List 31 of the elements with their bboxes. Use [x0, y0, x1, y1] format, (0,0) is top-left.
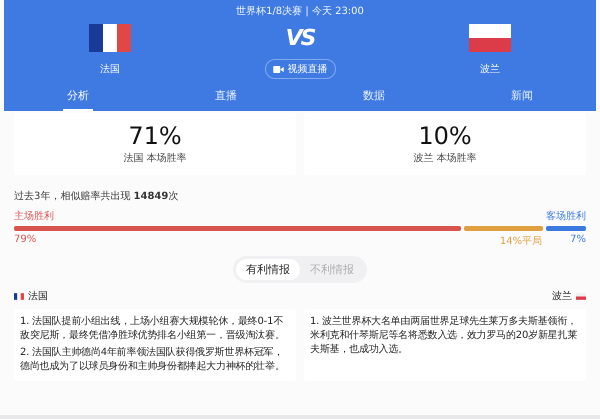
outcome-percent: 7%	[570, 234, 586, 248]
win-rate-label: 法国 本场胜率	[123, 152, 187, 166]
tab[interactable]: 分析	[63, 83, 93, 111]
team-name: 波兰	[480, 62, 500, 76]
win-rate-value: 71%	[128, 123, 182, 150]
info-item: 1. 法国队提前小组出线，上场小组赛大规模轮休，最终0-1不敌突尼斯，最终凭借净胜球优势排名小组第一，晋级淘汰赛。	[20, 315, 286, 344]
tab[interactable]: 新闻	[507, 83, 537, 111]
info-item: 1. 波兰世界杯大名单由两届世界足球先生莱万多夫斯基领衔，米利克和什琴斯尼等名将悉数入选，效力罗马的20岁新星扎莱夫斯基，也成功入选。	[310, 315, 578, 358]
video-camera-icon	[272, 66, 284, 72]
live-video-button[interactable]: 视频直播	[264, 59, 336, 79]
info-tab[interactable]: 不利情报	[300, 259, 364, 280]
outcome-percent: 14%平局	[500, 235, 542, 248]
tricolor-flag-icon	[89, 24, 131, 52]
info-item: 2. 法国队主帅德尚4年前率领法国队获得俄罗斯世界杯冠军，德尚也成为了以球员身份和主帅身份都捧起大力神杯的壮举。	[20, 346, 286, 374]
info-tab[interactable]: 有利情报	[236, 259, 300, 280]
bicolor-flag-icon	[576, 292, 586, 300]
bicolor-flag-icon	[469, 24, 511, 52]
outcome-percent: 79%	[14, 234, 38, 248]
away-win-label: 客场胜利	[546, 210, 586, 224]
vs-label: VS	[286, 26, 314, 51]
team-name: 法国	[28, 290, 48, 304]
win-rate-label: 波兰 本场胜率	[413, 152, 477, 166]
home-win-label: 主场胜利	[14, 210, 54, 224]
history-text: 过去3年，相似赔率共出现 14849次	[13, 190, 180, 204]
team-name: 波兰	[552, 290, 572, 304]
tricolor-flag-icon	[14, 292, 24, 300]
tab[interactable]: 数据	[359, 83, 389, 111]
tab[interactable]: 直播	[211, 83, 241, 111]
win-rate-value: 10%	[418, 123, 472, 150]
match-info: 世界杯1/8决赛 | 今天 23:00	[236, 4, 364, 18]
team-name: 法国	[100, 62, 120, 76]
